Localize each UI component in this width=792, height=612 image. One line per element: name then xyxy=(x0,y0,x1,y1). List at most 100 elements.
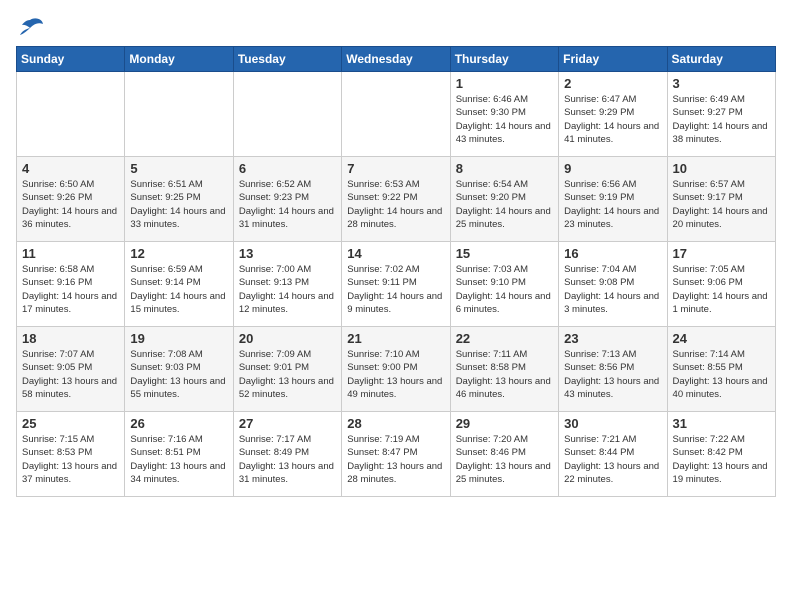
day-number: 30 xyxy=(564,416,661,431)
cell-content: Sunrise: 6:51 AM Sunset: 9:25 PM Dayligh… xyxy=(130,178,227,231)
cell-content: Sunrise: 7:08 AM Sunset: 9:03 PM Dayligh… xyxy=(130,348,227,401)
cell-content: Sunrise: 7:10 AM Sunset: 9:00 PM Dayligh… xyxy=(347,348,444,401)
cell-content: Sunrise: 7:11 AM Sunset: 8:58 PM Dayligh… xyxy=(456,348,553,401)
cell-content: Sunrise: 7:09 AM Sunset: 9:01 PM Dayligh… xyxy=(239,348,336,401)
cell-content: Sunrise: 7:16 AM Sunset: 8:51 PM Dayligh… xyxy=(130,433,227,486)
cell-content: Sunrise: 6:57 AM Sunset: 9:17 PM Dayligh… xyxy=(673,178,770,231)
weekday-header-thursday: Thursday xyxy=(450,47,558,72)
cell-content: Sunrise: 6:50 AM Sunset: 9:26 PM Dayligh… xyxy=(22,178,119,231)
day-number: 3 xyxy=(673,76,770,91)
day-number: 12 xyxy=(130,246,227,261)
week-row-3: 11Sunrise: 6:58 AM Sunset: 9:16 PM Dayli… xyxy=(17,242,776,327)
calendar-cell: 24Sunrise: 7:14 AM Sunset: 8:55 PM Dayli… xyxy=(667,327,775,412)
calendar-cell: 18 Sunrise: 7:07 AM Sunset: 9:05 PM Dayli… xyxy=(17,327,125,412)
calendar-body: 1 Sunrise: 6:46 AM Sunset: 9:30 PM Daylig… xyxy=(17,72,776,497)
day-number: 31 xyxy=(673,416,770,431)
calendar-cell: 1 Sunrise: 6:46 AM Sunset: 9:30 PM Daylig… xyxy=(450,72,558,157)
calendar-cell: 20 Sunrise: 7:09 AM Sunset: 9:01 PM Dayli… xyxy=(233,327,341,412)
day-number: 29 xyxy=(456,416,553,431)
calendar-cell: 21 Sunrise: 7:10 AM Sunset: 9:00 PM Dayli… xyxy=(342,327,450,412)
day-number: 20 xyxy=(239,331,336,346)
cell-content: Sunrise: 7:22 AM Sunset: 8:42 PM Dayligh… xyxy=(673,433,770,486)
weekday-row: SundayMondayTuesdayWednesdayThursdayFrid… xyxy=(17,47,776,72)
day-number: 15 xyxy=(456,246,553,261)
day-number: 2 xyxy=(564,76,661,91)
logo xyxy=(16,16,48,38)
calendar-cell: 10 Sunrise: 6:57 AM Sunset: 9:17 PM Dayli… xyxy=(667,157,775,242)
page-header xyxy=(16,16,776,38)
cell-content: Sunrise: 6:47 AM Sunset: 9:29 PM Dayligh… xyxy=(564,93,661,146)
weekday-header-monday: Monday xyxy=(125,47,233,72)
calendar-cell: 2 Sunrise: 6:47 AM Sunset: 9:29 PM Daylig… xyxy=(559,72,667,157)
day-number: 6 xyxy=(239,161,336,176)
calendar-cell: 28 Sunrise: 7:19 AM Sunset: 8:47 PM Dayli… xyxy=(342,412,450,497)
day-number: 16 xyxy=(564,246,661,261)
cell-content: Sunrise: 7:07 AM Sunset: 9:05 PM Dayligh… xyxy=(22,348,119,401)
cell-content: Sunrise: 7:03 AM Sunset: 9:10 PM Dayligh… xyxy=(456,263,553,316)
calendar-header: SundayMondayTuesdayWednesdayThursdayFrid… xyxy=(17,47,776,72)
calendar-cell xyxy=(342,72,450,157)
calendar-cell: 31 Sunrise: 7:22 AM Sunset: 8:42 PM Dayli… xyxy=(667,412,775,497)
day-number: 18 xyxy=(22,331,119,346)
cell-content: Sunrise: 6:49 AM Sunset: 9:27 PM Dayligh… xyxy=(673,93,770,146)
calendar-cell: 27 Sunrise: 7:17 AM Sunset: 8:49 PM Dayli… xyxy=(233,412,341,497)
day-number: 27 xyxy=(239,416,336,431)
calendar-cell: 7 Sunrise: 6:53 AM Sunset: 9:22 PM Daylig… xyxy=(342,157,450,242)
calendar-cell xyxy=(17,72,125,157)
calendar-cell: 17Sunrise: 7:05 AM Sunset: 9:06 PM Dayli… xyxy=(667,242,775,327)
week-row-2: 4 Sunrise: 6:50 AM Sunset: 9:26 PM Daylig… xyxy=(17,157,776,242)
day-number: 26 xyxy=(130,416,227,431)
day-number: 4 xyxy=(22,161,119,176)
day-number: 21 xyxy=(347,331,444,346)
calendar-cell: 14 Sunrise: 7:02 AM Sunset: 9:11 PM Dayli… xyxy=(342,242,450,327)
calendar-cell xyxy=(233,72,341,157)
cell-content: Sunrise: 7:00 AM Sunset: 9:13 PM Dayligh… xyxy=(239,263,336,316)
calendar-cell: 15 Sunrise: 7:03 AM Sunset: 9:10 PM Dayli… xyxy=(450,242,558,327)
cell-content: Sunrise: 7:13 AM Sunset: 8:56 PM Dayligh… xyxy=(564,348,661,401)
weekday-header-sunday: Sunday xyxy=(17,47,125,72)
cell-content: Sunrise: 6:56 AM Sunset: 9:19 PM Dayligh… xyxy=(564,178,661,231)
calendar-cell: 8Sunrise: 6:54 AM Sunset: 9:20 PM Daylig… xyxy=(450,157,558,242)
day-number: 1 xyxy=(456,76,553,91)
calendar-table: SundayMondayTuesdayWednesdayThursdayFrid… xyxy=(16,46,776,497)
cell-content: Sunrise: 7:02 AM Sunset: 9:11 PM Dayligh… xyxy=(347,263,444,316)
logo-bird-icon xyxy=(16,16,44,38)
calendar-cell: 5 Sunrise: 6:51 AM Sunset: 9:25 PM Daylig… xyxy=(125,157,233,242)
cell-content: Sunrise: 6:58 AM Sunset: 9:16 PM Dayligh… xyxy=(22,263,119,316)
week-row-1: 1 Sunrise: 6:46 AM Sunset: 9:30 PM Daylig… xyxy=(17,72,776,157)
calendar-cell: 16Sunrise: 7:04 AM Sunset: 9:08 PM Dayli… xyxy=(559,242,667,327)
day-number: 9 xyxy=(564,161,661,176)
calendar-cell: 11Sunrise: 6:58 AM Sunset: 9:16 PM Dayli… xyxy=(17,242,125,327)
cell-content: Sunrise: 6:53 AM Sunset: 9:22 PM Dayligh… xyxy=(347,178,444,231)
cell-content: Sunrise: 6:59 AM Sunset: 9:14 PM Dayligh… xyxy=(130,263,227,316)
day-number: 5 xyxy=(130,161,227,176)
week-row-5: 25 Sunrise: 7:15 AM Sunset: 8:53 PM Dayli… xyxy=(17,412,776,497)
calendar-cell: 23 Sunrise: 7:13 AM Sunset: 8:56 PM Dayli… xyxy=(559,327,667,412)
day-number: 13 xyxy=(239,246,336,261)
calendar-cell: 26 Sunrise: 7:16 AM Sunset: 8:51 PM Dayli… xyxy=(125,412,233,497)
calendar-cell: 13 Sunrise: 7:00 AM Sunset: 9:13 PM Dayli… xyxy=(233,242,341,327)
weekday-header-saturday: Saturday xyxy=(667,47,775,72)
day-number: 10 xyxy=(673,161,770,176)
calendar-cell: 19Sunrise: 7:08 AM Sunset: 9:03 PM Dayli… xyxy=(125,327,233,412)
cell-content: Sunrise: 7:14 AM Sunset: 8:55 PM Dayligh… xyxy=(673,348,770,401)
day-number: 22 xyxy=(456,331,553,346)
cell-content: Sunrise: 7:17 AM Sunset: 8:49 PM Dayligh… xyxy=(239,433,336,486)
day-number: 25 xyxy=(22,416,119,431)
cell-content: Sunrise: 7:19 AM Sunset: 8:47 PM Dayligh… xyxy=(347,433,444,486)
week-row-4: 18 Sunrise: 7:07 AM Sunset: 9:05 PM Dayli… xyxy=(17,327,776,412)
cell-content: Sunrise: 7:05 AM Sunset: 9:06 PM Dayligh… xyxy=(673,263,770,316)
day-number: 14 xyxy=(347,246,444,261)
day-number: 7 xyxy=(347,161,444,176)
calendar-cell: 29 Sunrise: 7:20 AM Sunset: 8:46 PM Dayli… xyxy=(450,412,558,497)
day-number: 28 xyxy=(347,416,444,431)
cell-content: Sunrise: 6:46 AM Sunset: 9:30 PM Dayligh… xyxy=(456,93,553,146)
weekday-header-friday: Friday xyxy=(559,47,667,72)
day-number: 8 xyxy=(456,161,553,176)
day-number: 23 xyxy=(564,331,661,346)
calendar-cell: 9 Sunrise: 6:56 AM Sunset: 9:19 PM Daylig… xyxy=(559,157,667,242)
cell-content: Sunrise: 7:15 AM Sunset: 8:53 PM Dayligh… xyxy=(22,433,119,486)
weekday-header-wednesday: Wednesday xyxy=(342,47,450,72)
cell-content: Sunrise: 7:20 AM Sunset: 8:46 PM Dayligh… xyxy=(456,433,553,486)
calendar-cell: 4 Sunrise: 6:50 AM Sunset: 9:26 PM Daylig… xyxy=(17,157,125,242)
